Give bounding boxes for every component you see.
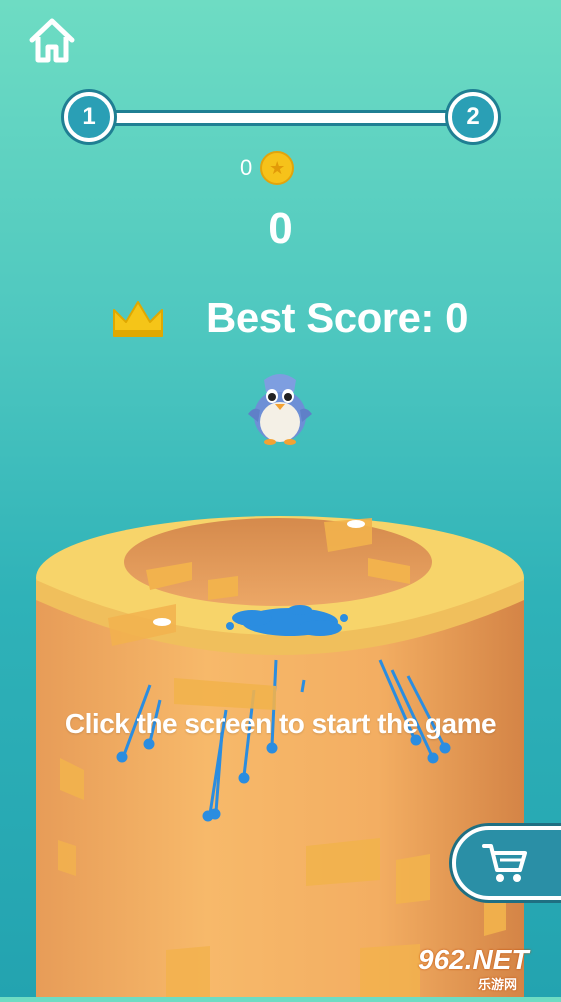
best-score-row: Best Score: 0 (110, 288, 468, 348)
level-progress-bar: 1 2 (64, 92, 498, 142)
home-icon (29, 18, 75, 63)
helix-tower (0, 500, 561, 997)
watermark-sub-text: 乐游网 (478, 977, 518, 992)
next-level-badge: 2 (448, 92, 498, 142)
home-button[interactable] (26, 16, 78, 66)
start-game-prompt[interactable]: Click the screen to start the game (0, 708, 561, 740)
progress-track (94, 110, 468, 126)
current-score: 0 (268, 204, 293, 253)
current-level-badge: 1 (64, 92, 114, 142)
shop-button[interactable] (452, 826, 561, 900)
best-score-label: Best Score: 0 (206, 294, 468, 341)
coin-count: 0 (240, 155, 253, 180)
watermark-main-text: 962.NET (418, 944, 529, 975)
penguin-character (240, 366, 320, 446)
crown-icon (113, 301, 163, 337)
shopping-cart-icon (482, 844, 527, 882)
coin-counter: 0 ★ (240, 150, 330, 186)
star-coin-icon: ★ (260, 151, 295, 185)
site-watermark: 962.NET 乐游网 (418, 944, 558, 992)
